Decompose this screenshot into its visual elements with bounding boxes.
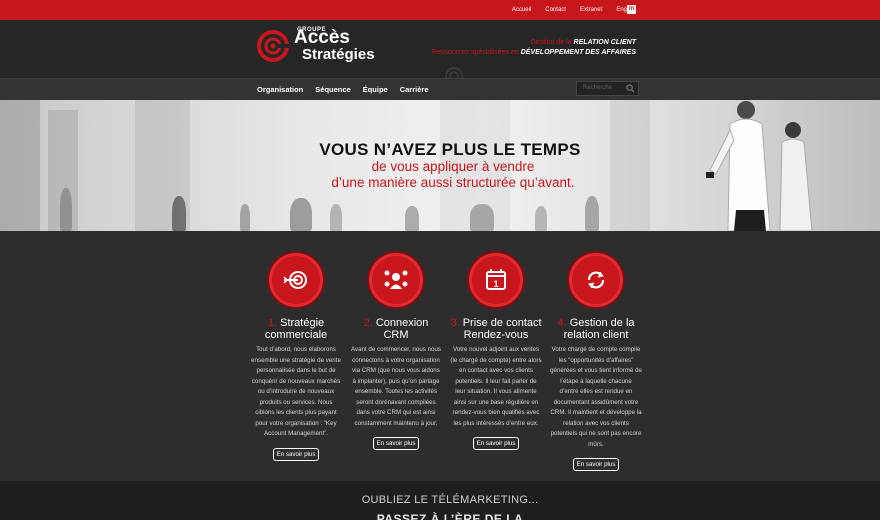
logo-icon[interactable] [257, 30, 289, 62]
service-description: Tout d’abord, nous élaborons ensemble un… [251, 346, 341, 437]
cta-line-1: OUBLIEZ LE TÉLÉMARKETING... [361, 494, 539, 506]
hero-figure [172, 196, 186, 231]
service-card-strategie: 1. Stratégie commerciale Tout d’abord, n… [250, 253, 342, 461]
service-title-line2: CRM [383, 329, 409, 341]
topnav-accueil[interactable]: Accueil [512, 7, 531, 13]
calendar-day: 1 [493, 279, 498, 289]
topnav-extranet[interactable]: Extranet [580, 7, 602, 13]
service-number: 2. [363, 317, 373, 329]
logo-strategies: Stratégies [302, 46, 375, 63]
hero-figure [405, 206, 419, 231]
service-icon-circle[interactable] [369, 253, 423, 307]
service-icon-circle[interactable]: 1 [469, 253, 523, 307]
service-number: 1. [267, 317, 278, 329]
service-icon-circle[interactable] [569, 253, 623, 307]
target-icon [283, 271, 307, 289]
service-description: Avant de commencer, nous nous connectons… [350, 346, 441, 427]
service-title-line2: Rendez-vous [463, 329, 529, 341]
learn-more-button[interactable]: En savoir plus [572, 458, 620, 471]
main-nav: Organisation Séquence Équipe Carrière [257, 79, 429, 99]
nav-sequence[interactable]: Séquence [315, 85, 350, 94]
nav-equipe[interactable]: Équipe [363, 85, 388, 94]
tagline-emph-2: DÉVELOPPEMENT DES AFFAIRES [520, 49, 636, 56]
topnav-contact[interactable]: Contact [545, 7, 566, 13]
refresh-icon [587, 271, 605, 289]
hero-headline: VOUS N’AVEZ PLUS LE TEMPS [319, 140, 581, 159]
service-title-line1: Gestion de la [569, 317, 635, 329]
learn-more-button[interactable]: En savoir plus [472, 437, 520, 450]
tagline-emph-1: RELATION CLIENT [573, 39, 636, 46]
tagline-prefix-1: Gestion de la [530, 39, 574, 46]
service-title-line1: Prise de contact [462, 317, 542, 329]
service-title: 2. Connexion CRM [350, 317, 442, 341]
service-title-line1: Stratégie [280, 317, 325, 329]
hero-banner: VOUS N’AVEZ PLUS LE TEMPS de vous appliq… [0, 100, 880, 231]
tagline-prefix-2: Ressources spécialisées en [432, 49, 521, 56]
linkedin-icon[interactable]: in [627, 5, 636, 14]
hero-figure [585, 196, 599, 231]
hero-subline-1: de vous appliquer à vendre [371, 159, 535, 174]
team-icon [384, 270, 408, 289]
service-card-relation-client: 4. Gestion de la relation client Votre c… [550, 253, 642, 471]
cta-line-2: PASSEZ À L’ÈRE DE LA [376, 512, 524, 520]
nav-carriere[interactable]: Carrière [400, 85, 429, 94]
service-description: Votre nouvel adjoint aux ventes (le char… [450, 346, 542, 427]
main-navbar: Organisation Séquence Équipe Carrière Re… [0, 78, 880, 100]
top-bar [0, 0, 880, 20]
search-placeholder: Recherche [583, 85, 613, 91]
hero-figure [470, 204, 494, 231]
service-number: 3. [450, 317, 460, 329]
service-title: 1. Stratégie commerciale [250, 317, 342, 341]
search-icon[interactable] [626, 84, 635, 93]
service-title-line2: commerciale [264, 329, 328, 341]
service-description: Votre chargé de compte compile les “oppo… [550, 346, 642, 448]
hero-figure [240, 204, 250, 231]
search-input[interactable]: Recherche [576, 81, 639, 96]
header-tagline: Gestion de la RELATION CLIENT Ressources… [432, 38, 636, 58]
nav-organisation[interactable]: Organisation [257, 85, 303, 94]
calendar-icon: 1 [486, 269, 506, 290]
learn-more-button[interactable]: En savoir plus [372, 437, 420, 450]
logo-acces: Accès [294, 27, 350, 48]
service-number: 4. [557, 317, 567, 329]
hero-figure [330, 204, 342, 231]
services-section: 1. Stratégie commerciale Tout d’abord, n… [0, 231, 880, 481]
service-title: 4. Gestion de la relation client [550, 317, 642, 341]
hero-figure [290, 198, 312, 231]
learn-more-button[interactable]: En savoir plus [272, 447, 320, 461]
service-title-line2: relation client [563, 329, 629, 341]
hero-figure [60, 188, 72, 231]
service-title-line1: Connexion [375, 317, 429, 329]
service-icon-circle[interactable] [269, 253, 323, 307]
hero-subline-2: d’une manière aussi structurée qu’avant. [331, 175, 575, 190]
cta-band: OUBLIEZ LE TÉLÉMARKETING... PASSEZ À L’È… [0, 481, 880, 520]
service-card-crm: 2. Connexion CRM Avant de commencer, nou… [350, 253, 442, 450]
hero-figure [535, 206, 547, 231]
service-card-rendez-vous: 1 3. Prise de contact Rendez-vous Votre … [450, 253, 542, 450]
decorative-ring-icon [445, 67, 463, 78]
service-title: 3. Prise de contact Rendez-vous [450, 317, 542, 341]
top-nav: Accueil Contact Extranet English [512, 0, 636, 20]
